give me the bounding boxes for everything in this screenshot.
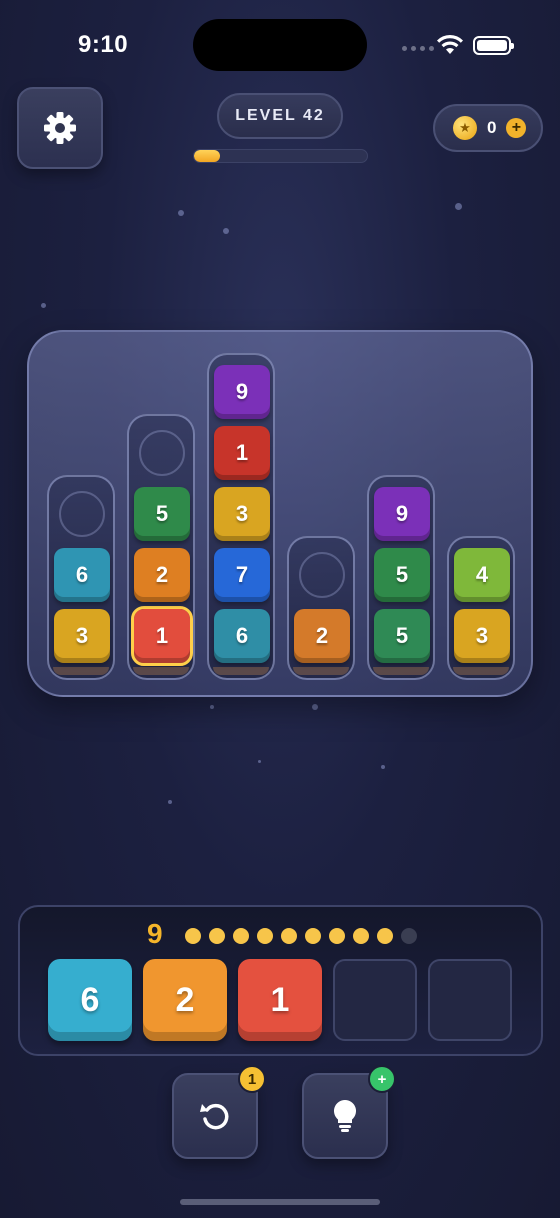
move-dot xyxy=(209,928,225,944)
number-block[interactable]: 5 xyxy=(134,487,190,541)
tube[interactable]: 36 xyxy=(47,475,115,680)
tube[interactable]: 6 7 3 1 9 xyxy=(207,353,275,680)
background-star xyxy=(223,228,229,234)
level-label: LEVEL 42 xyxy=(217,93,343,139)
tray-empty-slot xyxy=(428,959,512,1041)
move-dot xyxy=(281,928,297,944)
gear-icon xyxy=(44,112,76,144)
move-dot xyxy=(233,928,249,944)
number-block[interactable]: 2 xyxy=(134,548,190,602)
move-dot xyxy=(377,928,393,944)
background-star xyxy=(168,800,172,804)
background-star xyxy=(381,765,385,769)
tray-tile[interactable]: 2 xyxy=(143,959,227,1041)
coin-count: 0 xyxy=(487,118,497,137)
background-star xyxy=(41,303,46,308)
hint-add-badge[interactable]: + xyxy=(368,1065,396,1093)
number-block[interactable]: 3 xyxy=(214,487,270,541)
number-block[interactable]: 1 xyxy=(131,606,193,666)
settings-button[interactable] xyxy=(17,87,103,169)
tray-tile[interactable]: 6 xyxy=(48,959,132,1041)
tube[interactable]: 2 xyxy=(287,536,355,680)
game-board: 3612567319255934 xyxy=(27,330,533,697)
number-block[interactable]: 5 xyxy=(374,548,430,602)
undo-icon xyxy=(200,1103,229,1130)
number-block[interactable]: 3 xyxy=(454,609,510,663)
tray-tile[interactable]: 1 xyxy=(238,959,322,1041)
wifi-icon xyxy=(437,34,463,54)
number-block[interactable]: 6 xyxy=(54,548,110,602)
empty-slot xyxy=(59,491,105,537)
tube[interactable]: 12 5 xyxy=(127,414,195,680)
undo-button[interactable]: 1 xyxy=(172,1065,266,1159)
move-dot xyxy=(257,928,273,944)
background-star xyxy=(455,203,462,210)
hint-button[interactable]: + xyxy=(302,1065,396,1159)
status-time: 9:10 xyxy=(78,31,129,58)
move-dot xyxy=(353,928,369,944)
lightbulb-icon xyxy=(333,1100,357,1132)
coins-counter[interactable]: ★ 0 + xyxy=(433,104,543,152)
undo-count-badge: 1 xyxy=(238,1065,266,1093)
move-dot xyxy=(185,928,201,944)
number-block[interactable]: 2 xyxy=(294,609,350,663)
number-block[interactable]: 5 xyxy=(374,609,430,663)
number-block[interactable]: 4 xyxy=(454,548,510,602)
number-block[interactable]: 3 xyxy=(54,609,110,663)
coin-icon: ★ xyxy=(453,116,477,140)
cellular-signal-icon xyxy=(402,46,434,51)
number-block[interactable]: 6 xyxy=(214,609,270,663)
background-star xyxy=(178,210,184,216)
background-star xyxy=(210,705,214,709)
add-coins-button[interactable]: + xyxy=(506,118,527,138)
level-progress-fill xyxy=(194,150,220,162)
home-indicator xyxy=(180,1199,380,1205)
level-progress-bar xyxy=(193,149,368,163)
dynamic-island xyxy=(193,19,367,71)
move-dot xyxy=(401,928,417,944)
empty-slot xyxy=(299,552,345,598)
background-star xyxy=(258,760,261,763)
move-dot xyxy=(305,928,321,944)
empty-slot xyxy=(139,430,185,476)
moves-remaining: 9 xyxy=(147,918,163,949)
number-block[interactable]: 1 xyxy=(214,426,270,480)
number-block[interactable]: 9 xyxy=(214,365,270,419)
move-dot xyxy=(329,928,345,944)
tube[interactable]: 5 5 9 xyxy=(367,475,435,680)
number-block[interactable]: 7 xyxy=(214,548,270,602)
battery-icon xyxy=(473,36,514,55)
tray-empty-slot xyxy=(333,959,417,1041)
number-block[interactable]: 9 xyxy=(374,487,430,541)
tube[interactable]: 34 xyxy=(447,536,515,680)
background-star xyxy=(312,704,318,710)
moves-dots xyxy=(185,928,417,944)
